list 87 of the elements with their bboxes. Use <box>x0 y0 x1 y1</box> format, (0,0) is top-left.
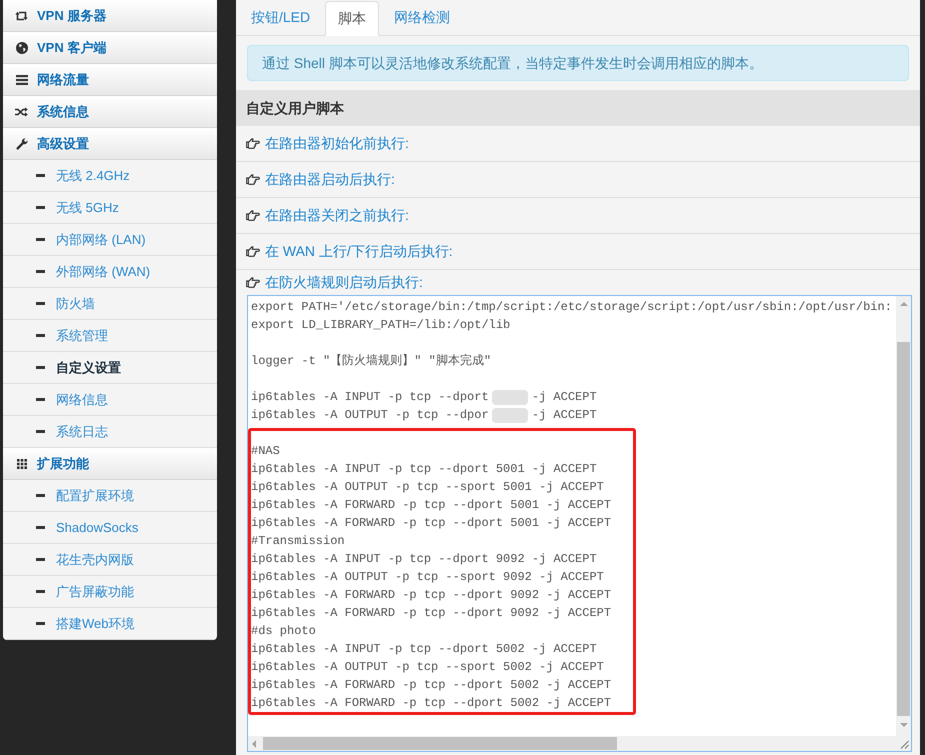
code-line: ip6tables -A INPUT -p tcp --dport 5001 -j ACCEPT <box>251 461 598 478</box>
sidebar-section[interactable]: 网络流量 <box>3 64 217 96</box>
sidebar-section[interactable]: 高级设置 <box>3 128 217 160</box>
pointing-hand-icon <box>246 138 260 149</box>
sidebar-item[interactable]: 系统管理 <box>3 320 217 352</box>
script-toggle[interactable]: 在 WAN 上行/下行启动后执行: <box>236 234 920 270</box>
pointing-hand-icon <box>246 210 260 221</box>
sidebar-item[interactable]: 无线 2.4GHz <box>3 160 217 192</box>
sidebar-item[interactable]: 配置扩展环境 <box>3 480 217 512</box>
resize-grip-icon[interactable] <box>900 740 909 749</box>
script-editor[interactable] <box>247 295 912 752</box>
scroll-left-arrow-icon[interactable] <box>252 740 256 748</box>
code-line: ip6tables -A FORWARD -p tcp --dport 5001 -j ACCEPT <box>251 515 612 532</box>
sidebar-item[interactable]: ShadowSocks <box>3 512 217 544</box>
script-toggle[interactable]: 在路由器初始化前执行: <box>236 126 920 162</box>
sidebar-section[interactable]: 系统信息 <box>3 96 217 128</box>
scrollbar-thumb[interactable] <box>897 342 910 716</box>
scroll-up-arrow-icon[interactable] <box>900 302 908 306</box>
code-line: #Transmission <box>251 533 346 550</box>
code-line: ip6tables -A FORWARD -p tcp --dport 5002 -j ACCEPT <box>251 677 612 694</box>
dash-icon <box>36 430 45 433</box>
sidebar-item[interactable]: 外部网络 (WAN) <box>3 256 217 288</box>
sidebar-section[interactable]: VPN 服务器 <box>3 0 217 32</box>
code-text: ip6tables -A OUTPUT -p tcp --dpor <box>251 407 489 424</box>
sidebar-section[interactable]: 扩展功能 <box>3 448 217 480</box>
dash-icon <box>36 302 45 305</box>
code-line: export PATH='/etc/storage/bin:/tmp/script:/etc/storage/script:/opt/usr/sbin:/opt/usr/bin: <box>251 299 893 316</box>
code-text: -j ACCEPT <box>532 407 597 424</box>
sidebar-item[interactable]: 广告屏蔽功能 <box>3 576 217 608</box>
script-toggle[interactable]: 在防火墙规则启动后执行: <box>236 270 920 295</box>
code-text: ip6tables -A INPUT -p tcp --dport <box>251 389 489 406</box>
code-line: ip6tables -A OUTPUT -p tcp --sport 5002 -j ACCEPT <box>251 659 605 676</box>
dash-icon <box>36 206 45 209</box>
dash-icon <box>36 526 45 529</box>
scrollbar-thumb[interactable] <box>263 737 617 750</box>
dash-icon <box>36 174 45 177</box>
dash-icon <box>36 334 45 337</box>
code-line: ip6tables -A FORWARD -p tcp --dport 5002 -j ACCEPT <box>251 695 612 712</box>
dash-icon <box>36 558 45 561</box>
code-line: ip6tables -A INPUT -p tcp --dport 9092 -j ACCEPT <box>251 551 598 568</box>
pointing-hand-icon <box>246 277 260 288</box>
code-text: -j ACCEPT <box>532 389 597 406</box>
shuffle-icon <box>15 106 28 116</box>
blurred-patch <box>492 408 528 422</box>
sidebar-item[interactable]: 自定义设置 <box>3 352 217 384</box>
pointing-hand-icon <box>246 246 260 257</box>
code-line: ip6tables -A OUTPUT -p tcp --sport 5001 -j ACCEPT <box>251 479 605 496</box>
list-icon <box>16 74 28 84</box>
code-line: #ds photo <box>251 623 317 640</box>
code-line: ip6tables -A FORWARD -p tcp --dport 5001 -j ACCEPT <box>251 497 612 514</box>
section-header: 自定义用户脚本 <box>236 90 920 126</box>
vertical-scrollbar[interactable] <box>896 296 911 736</box>
sidebar-item[interactable]: 无线 5GHz <box>3 192 217 224</box>
tab[interactable]: 脚本 <box>325 1 380 36</box>
code-line: ip6tables -A FORWARD -p tcp --dport 9092 -j ACCEPT <box>251 605 612 622</box>
code-line: ip6tables -A FORWARD -p tcp --dport 9092 -j ACCEPT <box>251 587 612 604</box>
dash-icon <box>36 494 45 497</box>
tab[interactable]: 网络检测 <box>381 0 464 35</box>
code-line: #NAS <box>251 443 281 460</box>
tab[interactable]: 按钮/LED <box>238 0 324 35</box>
dash-icon <box>36 238 45 241</box>
dash-icon <box>36 622 45 625</box>
blurred-patch <box>492 390 528 404</box>
sidebar-section[interactable]: VPN 客户端 <box>3 32 217 64</box>
code-line: logger -t "【防火墙规则】" "脚本完成" <box>251 352 492 370</box>
grid-icon <box>16 458 26 468</box>
script-toggle[interactable]: 在路由器启动后执行: <box>236 162 920 198</box>
sidebar-item[interactable]: 搭建Web环境 <box>3 608 217 640</box>
horizontal-scrollbar[interactable] <box>248 736 896 751</box>
pointing-hand-icon <box>246 174 260 185</box>
code-line: ip6tables -A INPUT -p tcp --dport 5002 -j ACCEPT <box>251 641 598 658</box>
code-line: export LD_LIBRARY_PATH=/lib:/opt/lib <box>251 317 512 334</box>
code-line: ip6tables -A OUTPUT -p tcp --sport 9092 -j ACCEPT <box>251 569 605 586</box>
retweet-icon <box>15 10 28 20</box>
sidebar-item[interactable]: 网络信息 <box>3 384 217 416</box>
sidebar-item[interactable]: 内部网络 (LAN) <box>3 224 217 256</box>
dash-icon <box>36 590 45 593</box>
info-alert: 通过 Shell 脚本可以灵活地修改系统配置，当特定事件发生时会调用相应的脚本。 <box>247 45 909 81</box>
dash-icon <box>36 398 45 401</box>
sidebar-item[interactable]: 花生壳内网版 <box>3 544 217 576</box>
scroll-down-arrow-icon[interactable] <box>900 723 908 727</box>
script-toggle[interactable]: 在路由器关闭之前执行: <box>236 198 920 234</box>
sidebar-item[interactable]: 防火墙 <box>3 288 217 320</box>
dash-icon <box>36 366 45 369</box>
globe-icon <box>16 42 28 54</box>
wrench-icon <box>16 138 28 150</box>
dash-icon <box>36 270 45 273</box>
